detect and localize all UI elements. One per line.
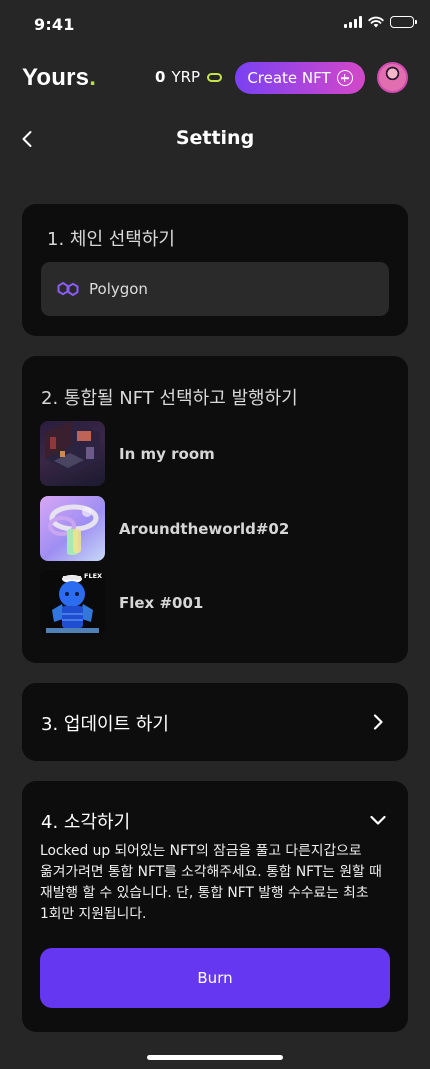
merge-nft-card: 2. 통합될 NFT 선택하고 발행하기 In my room Aroundth… — [22, 356, 408, 663]
nft-item[interactable]: FLEX Flex #001 — [40, 570, 203, 635]
chevron-right-icon — [373, 714, 383, 730]
status-icons — [344, 16, 417, 28]
wifi-icon — [368, 16, 384, 28]
plus-circle-icon — [336, 70, 353, 86]
status-bar: 9:41 — [0, 0, 430, 50]
app-header: Yours. 0 YRP Create NFT — [0, 60, 430, 96]
nft-thumbnail-world — [40, 496, 105, 561]
navigation-bar: Setting — [0, 120, 430, 156]
chevron-down-icon[interactable] — [368, 810, 388, 830]
update-section-title: 3. 업데이트 하기 — [41, 714, 169, 735]
home-indicator — [147, 1055, 283, 1060]
token-balance: 0 YRP — [155, 68, 223, 86]
selected-chain-label: Polygon — [89, 280, 148, 298]
battery-icon — [390, 16, 417, 28]
merge-section-title: 2. 통합될 NFT 선택하고 발행하기 — [41, 388, 298, 409]
svg-text:FLEX: FLEX — [84, 572, 102, 580]
burn-section-title: 4. 소각하기 — [41, 812, 131, 833]
cellular-signal-icon — [344, 16, 362, 28]
chain-select-card: 1. 체인 선택하기 Polygon — [22, 204, 408, 336]
nft-thumbnail-room — [40, 421, 105, 486]
burn-button[interactable]: Burn — [40, 948, 390, 1008]
chain-selector[interactable]: Polygon — [41, 262, 389, 316]
update-card[interactable]: 3. 업데이트 하기 — [22, 683, 408, 761]
nft-name: In my room — [119, 444, 215, 463]
nft-name: Flex #001 — [119, 593, 204, 612]
coin-icon — [207, 72, 223, 82]
nft-thumbnail-flex: FLEX — [40, 570, 105, 635]
logo-dot: . — [89, 64, 97, 91]
page-title: Setting — [175, 127, 255, 149]
polygon-icon — [57, 282, 79, 296]
balance-unit: YRP — [171, 68, 201, 86]
logo[interactable]: Yours. — [22, 64, 96, 92]
chain-section-title: 1. 체인 선택하기 — [47, 229, 175, 250]
nft-item[interactable]: Aroundtheworld#02 — [40, 496, 289, 561]
create-nft-label: Create NFT — [247, 69, 331, 87]
burn-description: Locked up 되어있는 NFT의 잠금을 풀고 다른지갑으로 옮겨가려면 … — [40, 843, 382, 922]
nft-name: Aroundtheworld#02 — [119, 519, 290, 538]
balance-amount: 0 — [155, 68, 166, 86]
burn-card: 4. 소각하기 Locked up 되어있는 NFT의 잠금을 풀고 다른지갑으… — [22, 781, 408, 1032]
status-time: 9:41 — [34, 15, 75, 34]
avatar[interactable] — [377, 62, 408, 93]
nft-item[interactable]: In my room — [40, 421, 215, 486]
create-nft-button[interactable]: Create NFT — [235, 62, 365, 94]
